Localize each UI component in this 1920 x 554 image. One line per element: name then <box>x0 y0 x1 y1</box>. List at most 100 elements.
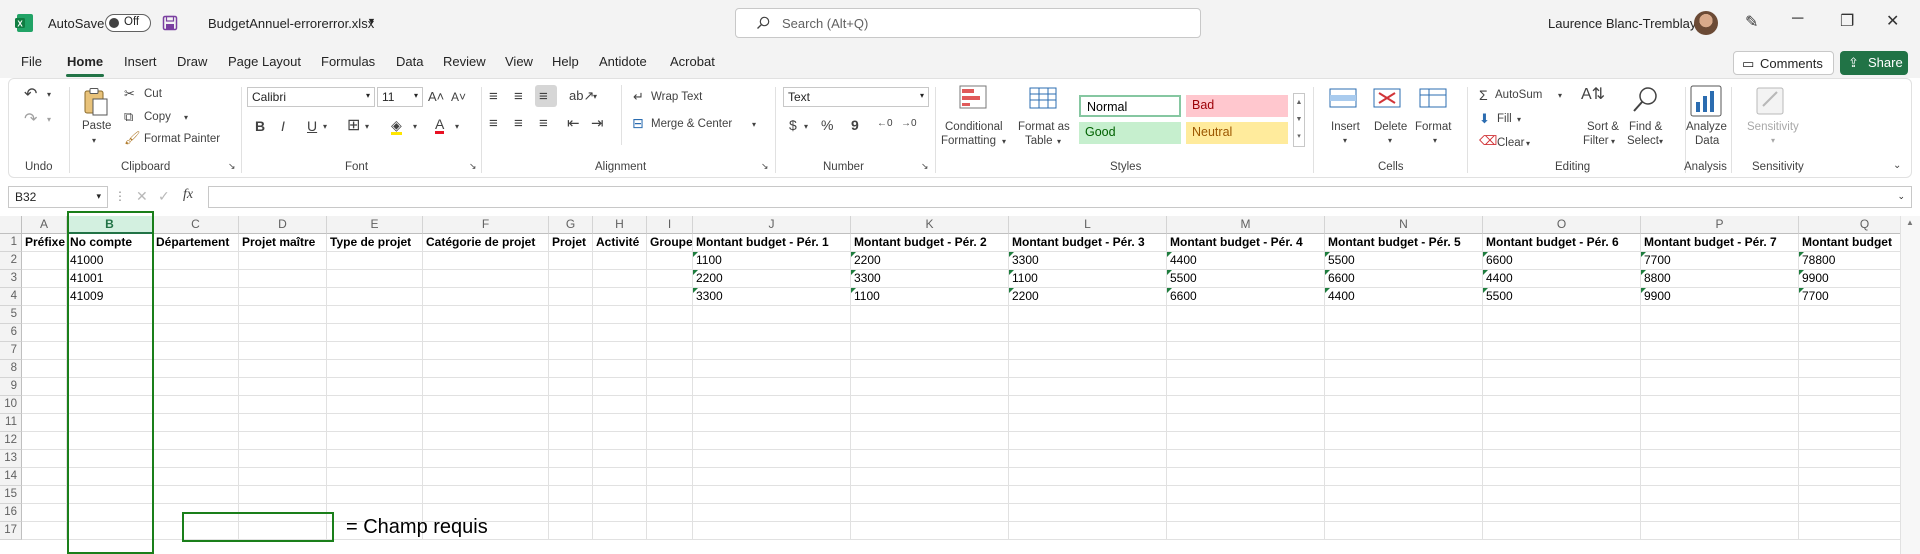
format-as-table-label-1[interactable]: Format as <box>1018 121 1070 133</box>
row-header-14[interactable]: 14 <box>0 468 22 486</box>
cell-a11[interactable] <box>22 414 67 432</box>
cell-e1[interactable]: Type de projet <box>327 234 423 252</box>
cell-d13[interactable] <box>239 450 327 468</box>
dialog-launcher-icon[interactable]: ↘ <box>228 162 236 171</box>
cell-h14[interactable] <box>593 468 647 486</box>
cell-o15[interactable] <box>1483 486 1641 504</box>
cell-c12[interactable] <box>153 432 239 450</box>
wrap-text-label[interactable]: Wrap Text <box>651 91 702 103</box>
sort-filter-label-2[interactable]: Filter <box>1583 135 1609 147</box>
cell-i14[interactable] <box>647 468 693 486</box>
save-icon[interactable] <box>162 15 178 31</box>
cell-m2[interactable]: 4400 <box>1167 252 1325 270</box>
cell-j3[interactable]: 2200 <box>693 270 851 288</box>
worksheet-grid[interactable]: ABCDEFGHIJKLMNOPQ 1 2 3 4 5 6 7 8 9 10 11 12 13 14 15 1… <box>0 211 1920 554</box>
cancel-icon[interactable]: ✕ <box>136 188 148 205</box>
cell-j12[interactable] <box>693 432 851 450</box>
error-indicator-icon[interactable] <box>851 252 856 257</box>
error-indicator-icon[interactable] <box>1167 252 1172 257</box>
formula-input[interactable]: ⌄ <box>208 186 1912 208</box>
cell-j15[interactable] <box>693 486 851 504</box>
align-middle-icon[interactable]: ≡ <box>514 89 523 104</box>
cell-c9[interactable] <box>153 378 239 396</box>
cell-k12[interactable] <box>851 432 1009 450</box>
cell-c14[interactable] <box>153 468 239 486</box>
cell-h4[interactable] <box>593 288 647 306</box>
cell-i1[interactable]: Groupe <box>647 234 693 252</box>
chevron-down-icon[interactable]: ▾ <box>1517 116 1521 124</box>
cell-g6[interactable] <box>549 324 593 342</box>
copy-icon[interactable]: ⧉ <box>124 110 133 123</box>
cell-l5[interactable] <box>1009 306 1167 324</box>
dialog-launcher-icon[interactable]: ↘ <box>469 162 477 171</box>
cell-k7[interactable] <box>851 342 1009 360</box>
cell-e10[interactable] <box>327 396 423 414</box>
borders-icon[interactable]: ⊞ <box>347 118 360 134</box>
row-header-9[interactable]: 9 <box>0 378 22 396</box>
cell-a12[interactable] <box>22 432 67 450</box>
cell-k14[interactable] <box>851 468 1009 486</box>
cell-b14[interactable] <box>67 468 153 486</box>
chevron-down-icon[interactable]: ▾ <box>455 123 459 131</box>
cell-k11[interactable] <box>851 414 1009 432</box>
wrap-text-icon[interactable]: ↵ <box>633 90 644 103</box>
analyze-data-label-1[interactable]: Analyze <box>1686 121 1727 133</box>
error-indicator-icon[interactable] <box>851 270 856 275</box>
chevron-down-icon[interactable]: ▾ <box>1433 137 1437 145</box>
cell-d3[interactable] <box>239 270 327 288</box>
cell-b8[interactable] <box>67 360 153 378</box>
chevron-down-icon[interactable]: ▾ <box>1388 137 1392 145</box>
cell-p13[interactable] <box>1641 450 1799 468</box>
row-header-4[interactable]: 4 <box>0 288 22 306</box>
fill-label[interactable]: Fill <box>1497 113 1512 125</box>
conditional-formatting-label-2[interactable]: Formatting <box>941 135 996 147</box>
chevron-down-icon[interactable]: ▾ <box>1343 137 1347 145</box>
style-bad[interactable]: Bad <box>1186 95 1288 117</box>
cell-a10[interactable] <box>22 396 67 414</box>
tab-review[interactable]: Review <box>443 54 486 69</box>
decrease-font-icon[interactable]: A˅ <box>451 91 466 103</box>
error-indicator-icon[interactable] <box>1483 252 1488 257</box>
error-indicator-icon[interactable] <box>1641 252 1646 257</box>
tab-acrobat[interactable]: Acrobat <box>670 54 715 69</box>
cell-c8[interactable] <box>153 360 239 378</box>
cell-b10[interactable] <box>67 396 153 414</box>
row-header-15[interactable]: 15 <box>0 486 22 504</box>
cell-e9[interactable] <box>327 378 423 396</box>
cell-g16[interactable] <box>549 504 593 522</box>
sensitivity-label[interactable]: Sensitivity <box>1747 121 1799 133</box>
cell-n11[interactable] <box>1325 414 1483 432</box>
cell-f15[interactable] <box>423 486 549 504</box>
column-header-p[interactable]: P <box>1641 216 1799 234</box>
restore-icon[interactable]: ❐ <box>1840 11 1854 31</box>
sort-filter-icon[interactable]: A⇅ <box>1581 87 1605 103</box>
redo-icon[interactable]: ↷ <box>24 112 37 128</box>
cell-a5[interactable] <box>22 306 67 324</box>
cell-p4[interactable]: 9900 <box>1641 288 1799 306</box>
row-header-17[interactable]: 17 <box>0 522 22 540</box>
cell-n7[interactable] <box>1325 342 1483 360</box>
cell-g4[interactable] <box>549 288 593 306</box>
cell-i2[interactable] <box>647 252 693 270</box>
column-header-d[interactable]: D <box>239 216 327 234</box>
cell-b15[interactable] <box>67 486 153 504</box>
error-indicator-icon[interactable] <box>693 252 698 257</box>
cell-i10[interactable] <box>647 396 693 414</box>
copy-label[interactable]: Copy <box>144 111 171 123</box>
cell-b1[interactable]: No compte <box>67 234 153 252</box>
cell-p17[interactable] <box>1641 522 1799 540</box>
decrease-indent-icon[interactable]: ⇤ <box>567 116 580 131</box>
column-header-b[interactable]: B <box>67 216 153 234</box>
column-header-m[interactable]: M <box>1167 216 1325 234</box>
cell-i5[interactable] <box>647 306 693 324</box>
cell-h13[interactable] <box>593 450 647 468</box>
cell-f12[interactable] <box>423 432 549 450</box>
tab-page-layout[interactable]: Page Layout <box>228 54 301 69</box>
cell-f4[interactable] <box>423 288 549 306</box>
cell-f3[interactable] <box>423 270 549 288</box>
tab-data[interactable]: Data <box>396 54 423 69</box>
cell-l7[interactable] <box>1009 342 1167 360</box>
cell-o3[interactable]: 4400 <box>1483 270 1641 288</box>
scroll-up-icon[interactable]: ▲ <box>1906 218 1914 227</box>
row-header-3[interactable]: 3 <box>0 270 22 288</box>
